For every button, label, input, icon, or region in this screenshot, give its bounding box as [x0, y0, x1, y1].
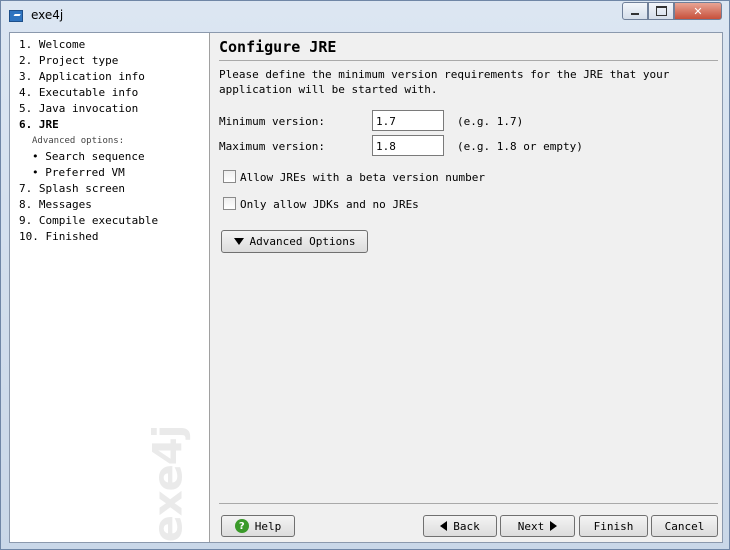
advanced-options-button[interactable]: Advanced Options — [221, 230, 368, 253]
allow-beta-label[interactable]: Allow JREs with a beta version number — [240, 171, 485, 184]
wizard-steps-sidebar: 1. Welcome 2. Project type 3. Applicatio… — [10, 33, 210, 542]
finish-button[interactable]: Finish — [579, 515, 648, 537]
exe4j-watermark-logo: exe4j — [145, 425, 192, 542]
next-label: Next — [517, 519, 545, 533]
min-version-hint: (e.g. 1.7) — [457, 115, 524, 128]
step-finished[interactable]: 10. Finished — [19, 230, 98, 244]
finish-label: Finish — [593, 519, 634, 533]
step-splash-screen[interactable]: 7. Splash screen — [19, 182, 125, 196]
allow-beta-checkbox[interactable] — [223, 170, 236, 183]
next-arrow-icon — [550, 521, 558, 531]
app-window: exe4j ✕ 1. Welcome 2. Project type 3. Ap… — [0, 0, 730, 550]
next-button[interactable]: Next — [500, 515, 575, 537]
window-title: exe4j — [31, 8, 64, 22]
close-button[interactable]: ✕ — [674, 2, 722, 20]
step-search-sequence[interactable]: • Search sequence — [32, 150, 145, 164]
min-version-label: Minimum version: — [219, 115, 325, 128]
cancel-label: Cancel — [664, 519, 705, 533]
only-jdks-label[interactable]: Only allow JDKs and no JREs — [240, 198, 419, 211]
min-version-field[interactable]: 1.7 — [372, 110, 444, 131]
only-jdks-checkbox[interactable] — [223, 197, 236, 210]
footer-divider — [219, 503, 718, 504]
advanced-options-label: Advanced Options — [249, 235, 356, 248]
app-icon — [9, 10, 23, 22]
minimize-icon — [631, 13, 639, 15]
help-label: Help — [254, 519, 282, 533]
main-panel: Configure JRE Please define the minimum … — [210, 33, 722, 542]
help-icon: ? — [234, 519, 249, 533]
step-jre[interactable]: 6. JRE — [19, 118, 59, 132]
max-version-hint: (e.g. 1.8 or empty) — [457, 140, 583, 153]
advanced-options-caption: Advanced options: — [32, 136, 125, 146]
back-label: Back — [453, 519, 480, 533]
step-messages[interactable]: 8. Messages — [19, 198, 92, 212]
step-welcome[interactable]: 1. Welcome — [19, 38, 85, 52]
cancel-button[interactable]: Cancel — [651, 515, 718, 537]
step-application-info[interactable]: 3. Application info — [19, 70, 145, 84]
back-arrow-icon — [440, 521, 448, 531]
step-project-type[interactable]: 2. Project type — [19, 54, 118, 68]
step-preferred-vm[interactable]: • Preferred VM — [32, 166, 125, 180]
triangle-down-icon — [233, 238, 244, 245]
step-compile-executable[interactable]: 9. Compile executable — [19, 214, 158, 228]
wizard-client: 1. Welcome 2. Project type 3. Applicatio… — [9, 32, 723, 543]
max-version-label: Maximum version: — [219, 140, 325, 153]
page-description: Please define the minimum version requir… — [219, 68, 670, 96]
header-divider — [219, 60, 718, 61]
title-bar[interactable]: exe4j ✕ — [1, 1, 729, 31]
back-button[interactable]: Back — [423, 515, 497, 537]
maximize-icon — [655, 6, 667, 16]
max-version-field[interactable]: 1.8 — [372, 135, 444, 156]
close-icon: ✕ — [693, 4, 703, 18]
help-button[interactable]: ? Help — [221, 515, 295, 537]
page-title: Configure JRE — [219, 38, 337, 56]
maximize-button[interactable] — [648, 2, 674, 20]
minimize-button[interactable] — [622, 2, 648, 20]
step-executable-info[interactable]: 4. Executable info — [19, 86, 138, 100]
step-java-invocation[interactable]: 5. Java invocation — [19, 102, 138, 116]
